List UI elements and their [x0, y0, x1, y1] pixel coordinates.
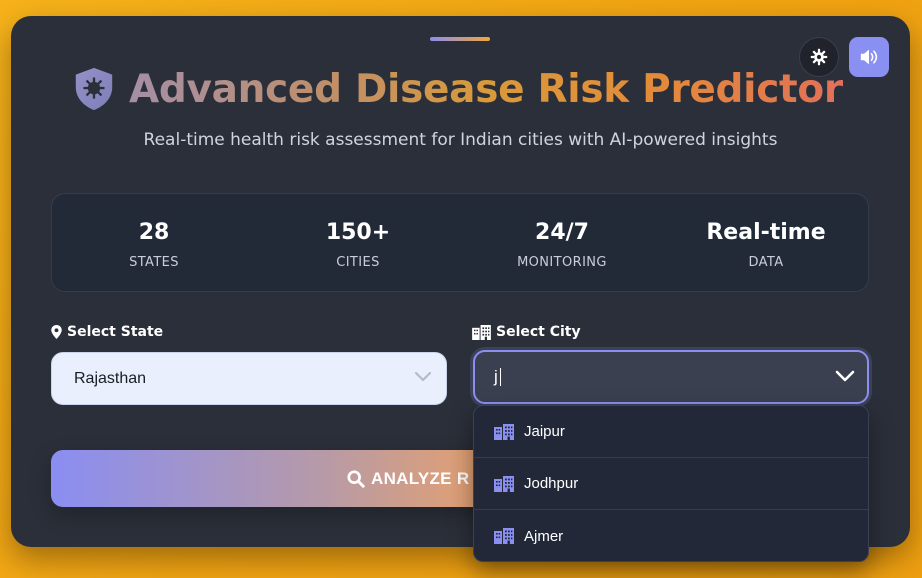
- stat-label: CITIES: [336, 254, 380, 270]
- stats-panel: 28 STATES 150+ CITIES 24/7 MONITORING Re…: [51, 193, 869, 292]
- city-icon: [494, 423, 514, 440]
- city-option-ajmer[interactable]: Ajmer: [474, 510, 868, 561]
- main-card: Advanced Disease Risk Predictor Real-tim…: [11, 16, 910, 562]
- city-field-label: Select City: [472, 324, 581, 340]
- city-option-label: Jodhpur: [524, 475, 579, 492]
- map-pin-icon: [51, 325, 62, 339]
- stat-value: 24/7: [535, 219, 589, 245]
- page-subtitle: Real-time health risk assessment for Ind…: [143, 130, 778, 150]
- stat-value: Real-time: [706, 219, 826, 245]
- drag-handle[interactable]: [430, 37, 490, 41]
- page-title: Advanced Disease Risk Predictor: [129, 66, 843, 112]
- state-field-label: Select State: [51, 324, 163, 340]
- volume-icon: [860, 49, 878, 65]
- state-select[interactable]: Rajasthan: [51, 352, 447, 405]
- city-option-label: Ajmer: [524, 527, 564, 545]
- city-icon: [494, 475, 514, 492]
- shield-virus-icon: [75, 67, 113, 111]
- stat-label: DATA: [748, 254, 784, 270]
- stat-value: 150+: [325, 219, 391, 245]
- chevron-down-icon: [414, 371, 432, 382]
- state-select-value: Rajasthan: [74, 369, 147, 387]
- stat-data: Real-time DATA: [664, 194, 868, 291]
- state-label-text: Select State: [67, 324, 164, 340]
- stat-label: STATES: [129, 254, 179, 270]
- stat-value: 28: [138, 219, 170, 245]
- city-label-text: Select City: [496, 324, 581, 340]
- text-cursor: [499, 368, 501, 386]
- stat-cities: 150+ CITIES: [256, 194, 460, 291]
- search-icon: [347, 469, 365, 488]
- city-option-jaipur[interactable]: Jaipur: [474, 406, 868, 458]
- chevron-down-icon: [835, 370, 855, 382]
- city-option-jodhpur[interactable]: Jodhpur: [474, 458, 868, 510]
- city-icon: [472, 324, 491, 340]
- city-search-input[interactable]: j: [473, 350, 869, 404]
- stat-monitoring: 24/7 MONITORING: [460, 194, 664, 291]
- stat-states: 28 STATES: [52, 194, 256, 291]
- stat-label: MONITORING: [517, 254, 607, 270]
- header: Advanced Disease Risk Predictor: [71, 64, 861, 114]
- city-option-label: Jaipur: [524, 423, 565, 440]
- city-icon: [494, 528, 514, 544]
- analyze-button-label: ANALYZE R: [371, 468, 470, 488]
- city-input-value: j: [494, 367, 498, 386]
- city-dropdown: Jaipur Jodhpur Ajmer: [473, 405, 869, 562]
